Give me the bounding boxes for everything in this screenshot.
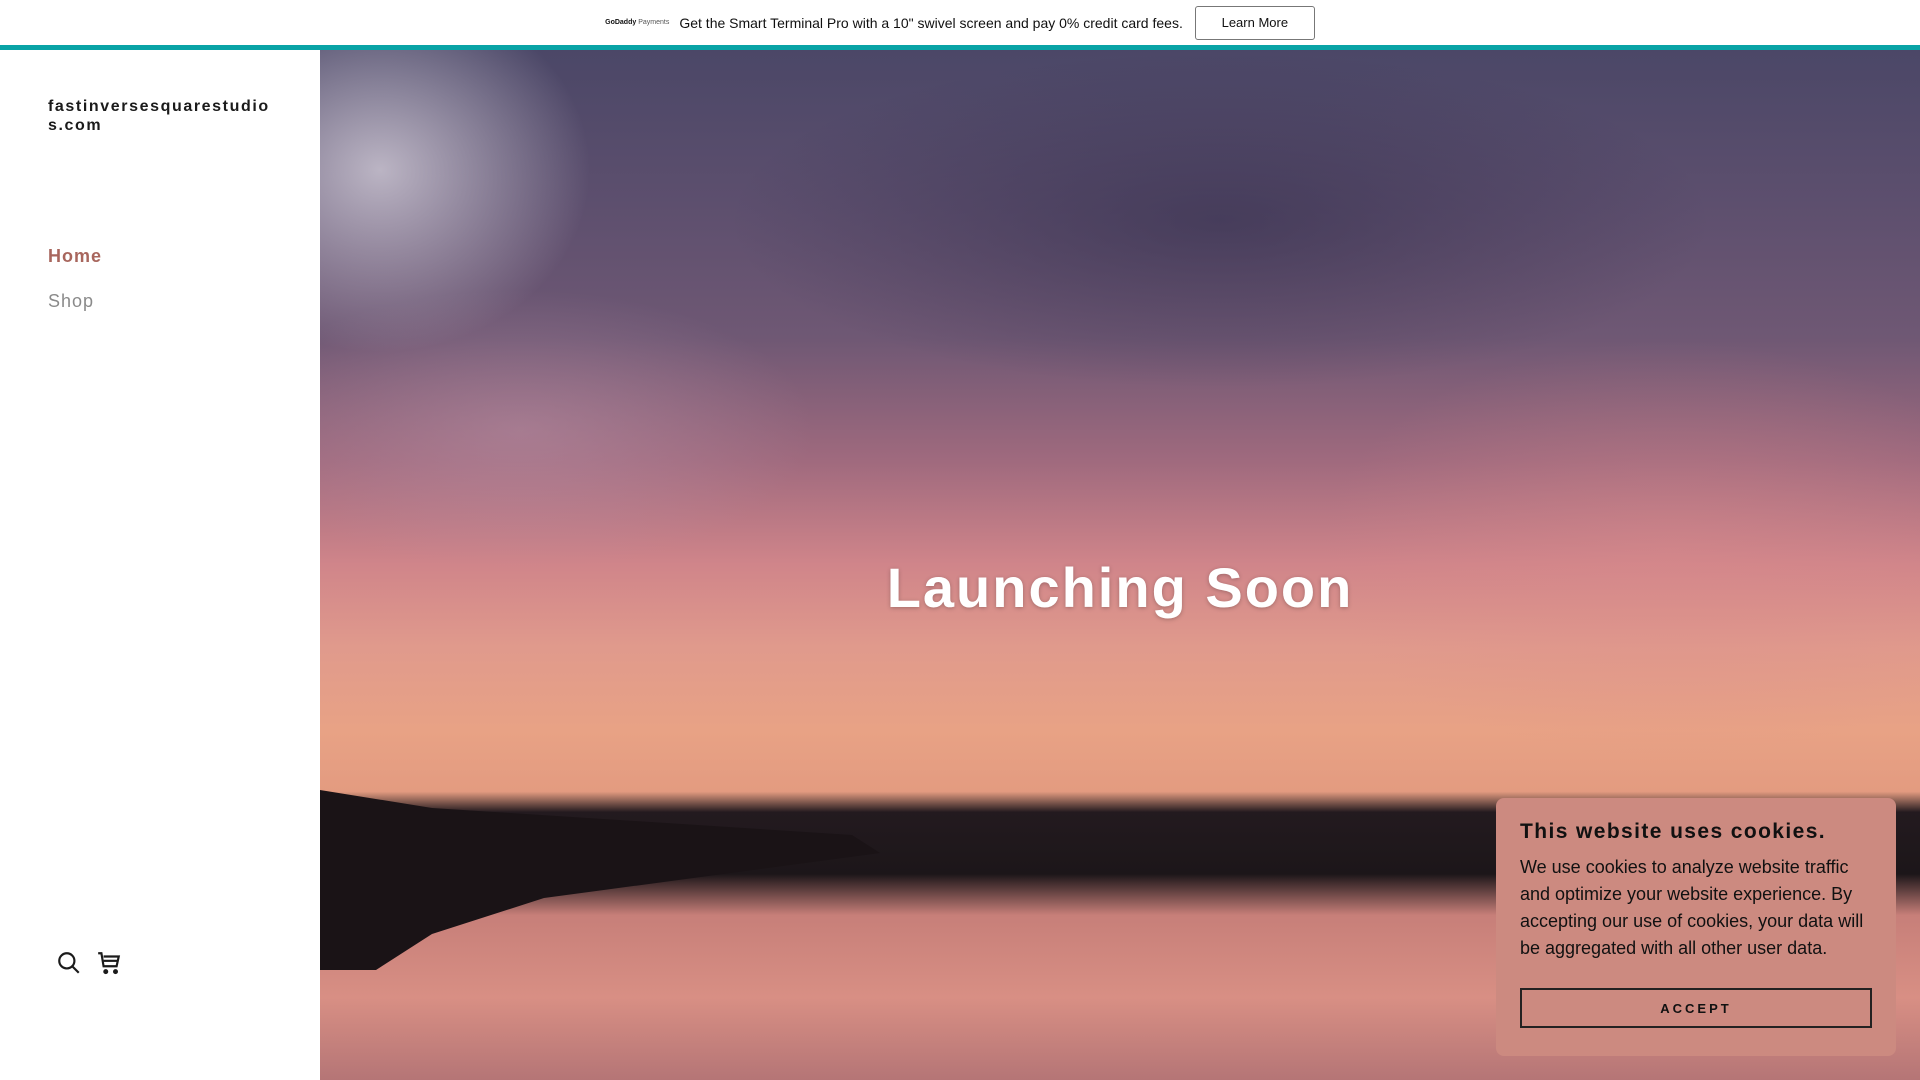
nav-shop[interactable]: Shop bbox=[48, 291, 94, 312]
logo-suffix: Payments bbox=[638, 19, 670, 26]
learn-more-button[interactable]: Learn More bbox=[1194, 5, 1315, 40]
sidebar: fastinversesquarestudios.com Home Shop bbox=[0, 50, 320, 1080]
site-title[interactable]: fastinversesquarestudios.com bbox=[48, 97, 278, 135]
logo-brand: GoDaddy bbox=[605, 19, 637, 26]
cookie-body: We use cookies to analyze website traffi… bbox=[1520, 857, 1864, 958]
accept-cookies-button[interactable]: ACCEPT bbox=[1520, 988, 1872, 1028]
cookie-banner: This website uses cookies. We use cookie… bbox=[1496, 798, 1896, 1056]
godaddy-payments-logo: GoDaddy Payments bbox=[605, 19, 669, 26]
cookie-title: This website uses cookies. bbox=[1520, 820, 1827, 843]
nav-home[interactable]: Home bbox=[48, 246, 102, 267]
hero-headline: Launching Soon bbox=[886, 556, 1354, 619]
promo-message: Get the Smart Terminal Pro with a 10" sw… bbox=[679, 14, 1183, 31]
cart-icon[interactable] bbox=[96, 950, 122, 976]
search-icon[interactable] bbox=[56, 950, 82, 976]
promo-banner: GoDaddy Payments Get the Smart Terminal … bbox=[0, 0, 1920, 45]
